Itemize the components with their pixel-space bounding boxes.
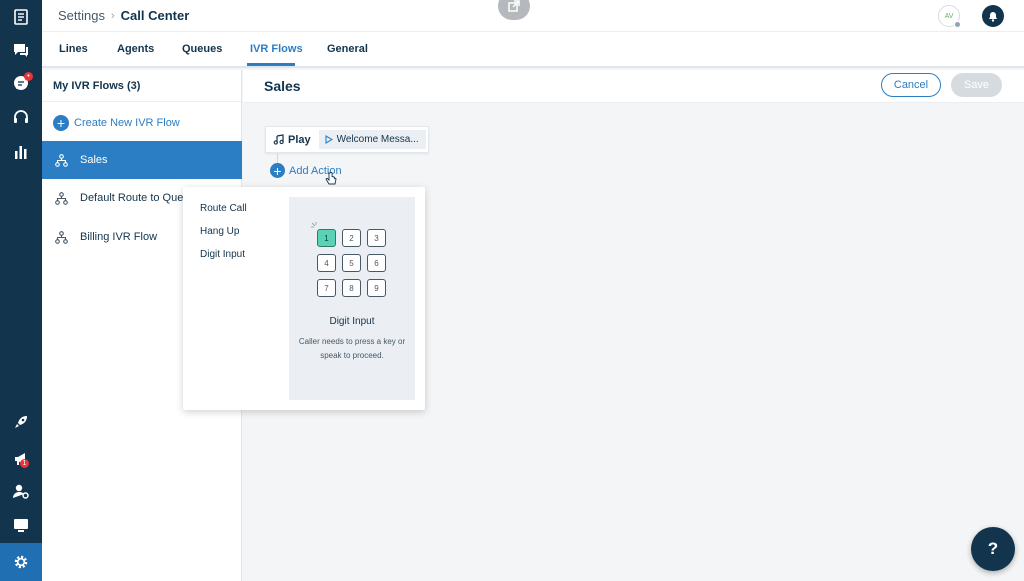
messages-icon[interactable]: • <box>0 66 42 100</box>
menu-item-hang-up[interactable]: Hang Up <box>200 226 239 237</box>
breadcrumb-settings[interactable]: Settings <box>58 8 105 23</box>
help-button[interactable]: ? <box>971 527 1015 571</box>
external-link-icon <box>508 0 520 12</box>
menu-item-route-call[interactable]: Route Call <box>200 203 247 214</box>
book-icon[interactable] <box>0 0 42 34</box>
page-title: Sales <box>264 78 301 94</box>
flow-tree-icon <box>55 230 68 244</box>
hand-cursor-icon <box>325 172 337 185</box>
sidebar-item-label: Default Route to Queue <box>80 192 196 204</box>
tab-general[interactable]: General <box>327 43 368 55</box>
chat-icon[interactable] <box>0 33 42 67</box>
play-triangle-icon <box>325 135 333 144</box>
sidebar-title: My IVR Flows (3) <box>42 70 241 102</box>
play-action-card[interactable]: Play Welcome Messa... <box>265 126 429 153</box>
preview-title: Digit Input <box>329 316 375 327</box>
sidebar-item-label: Sales <box>80 154 108 166</box>
tab-ivr-flows[interactable]: IVR Flows <box>250 43 303 55</box>
action-preview-panel: 1 2 3 4 5 6 7 8 9 Digit Input Caller nee… <box>289 197 415 400</box>
keypad-key: 4 <box>317 254 336 272</box>
active-tab-indicator <box>247 63 295 66</box>
keypad-key: 1 <box>317 229 336 247</box>
monitor-icon[interactable] <box>0 508 42 542</box>
keypad-key: 9 <box>367 279 386 297</box>
user-settings-icon[interactable] <box>0 474 42 508</box>
play-label: Play <box>288 133 311 146</box>
cancel-button[interactable]: Cancel <box>881 73 941 97</box>
avatar-initials: AV <box>944 12 954 20</box>
keypad-key: 6 <box>367 254 386 272</box>
breadcrumb: Settings › Call Center <box>58 8 189 23</box>
keypad-key: 3 <box>367 229 386 247</box>
breadcrumb-current: Call Center <box>120 8 190 23</box>
tab-queues[interactable]: Queues <box>182 43 222 55</box>
keypad-key: 8 <box>342 279 361 297</box>
tab-agents[interactable]: Agents <box>117 43 154 55</box>
left-rail: • 1 <box>0 0 42 581</box>
music-note-icon <box>273 134 284 145</box>
sidebar-item-label: Billing IVR Flow <box>80 231 158 243</box>
save-button[interactable]: Save <box>951 73 1002 97</box>
breadcrumb-separator: › <box>110 9 115 22</box>
tab-lines[interactable]: Lines <box>59 43 88 55</box>
external-link-button[interactable] <box>498 0 530 20</box>
headset-icon[interactable] <box>0 100 42 134</box>
status-dot <box>954 21 961 28</box>
messages-badge: • <box>24 72 33 81</box>
megaphone-badge: 1 <box>20 459 29 468</box>
sidebar-item-sales[interactable]: Sales <box>42 141 242 179</box>
flow-tree-icon <box>55 153 68 167</box>
plus-icon: + <box>270 163 285 179</box>
preview-description: Caller needs to press a key or speak to … <box>298 337 406 360</box>
avatar[interactable]: AV <box>938 5 961 28</box>
gear-icon[interactable] <box>0 543 42 581</box>
keypad-key: 7 <box>317 279 336 297</box>
bell-icon <box>989 12 997 22</box>
editor-header: Sales Cancel Save <box>243 70 1024 103</box>
plus-icon: + <box>53 115 69 131</box>
top-bar: Settings › Call Center AV <box>42 0 1024 32</box>
add-action-dropdown: Route Call Hang Up Digit Input 1 2 3 4 5… <box>183 187 425 410</box>
create-ivr-flow-label: Create New IVR Flow <box>74 117 180 129</box>
tab-bar: Lines Agents Queues IVR Flows General <box>42 32 1024 68</box>
bar-chart-icon[interactable] <box>0 135 42 169</box>
flow-tree-icon <box>55 191 68 205</box>
rocket-icon[interactable] <box>0 405 42 439</box>
keypad-key: 2 <box>342 229 361 247</box>
menu-item-digit-input[interactable]: Digit Input <box>200 249 245 260</box>
notifications-button[interactable] <box>982 5 1004 27</box>
message-label: Welcome Messa... <box>336 134 419 145</box>
keypad-key: 5 <box>342 254 361 272</box>
welcome-message-chip[interactable]: Welcome Messa... <box>318 130 426 149</box>
create-ivr-flow-button[interactable]: + Create New IVR Flow <box>53 115 180 131</box>
megaphone-icon[interactable]: 1 <box>0 442 42 476</box>
flow-connector <box>277 153 278 163</box>
